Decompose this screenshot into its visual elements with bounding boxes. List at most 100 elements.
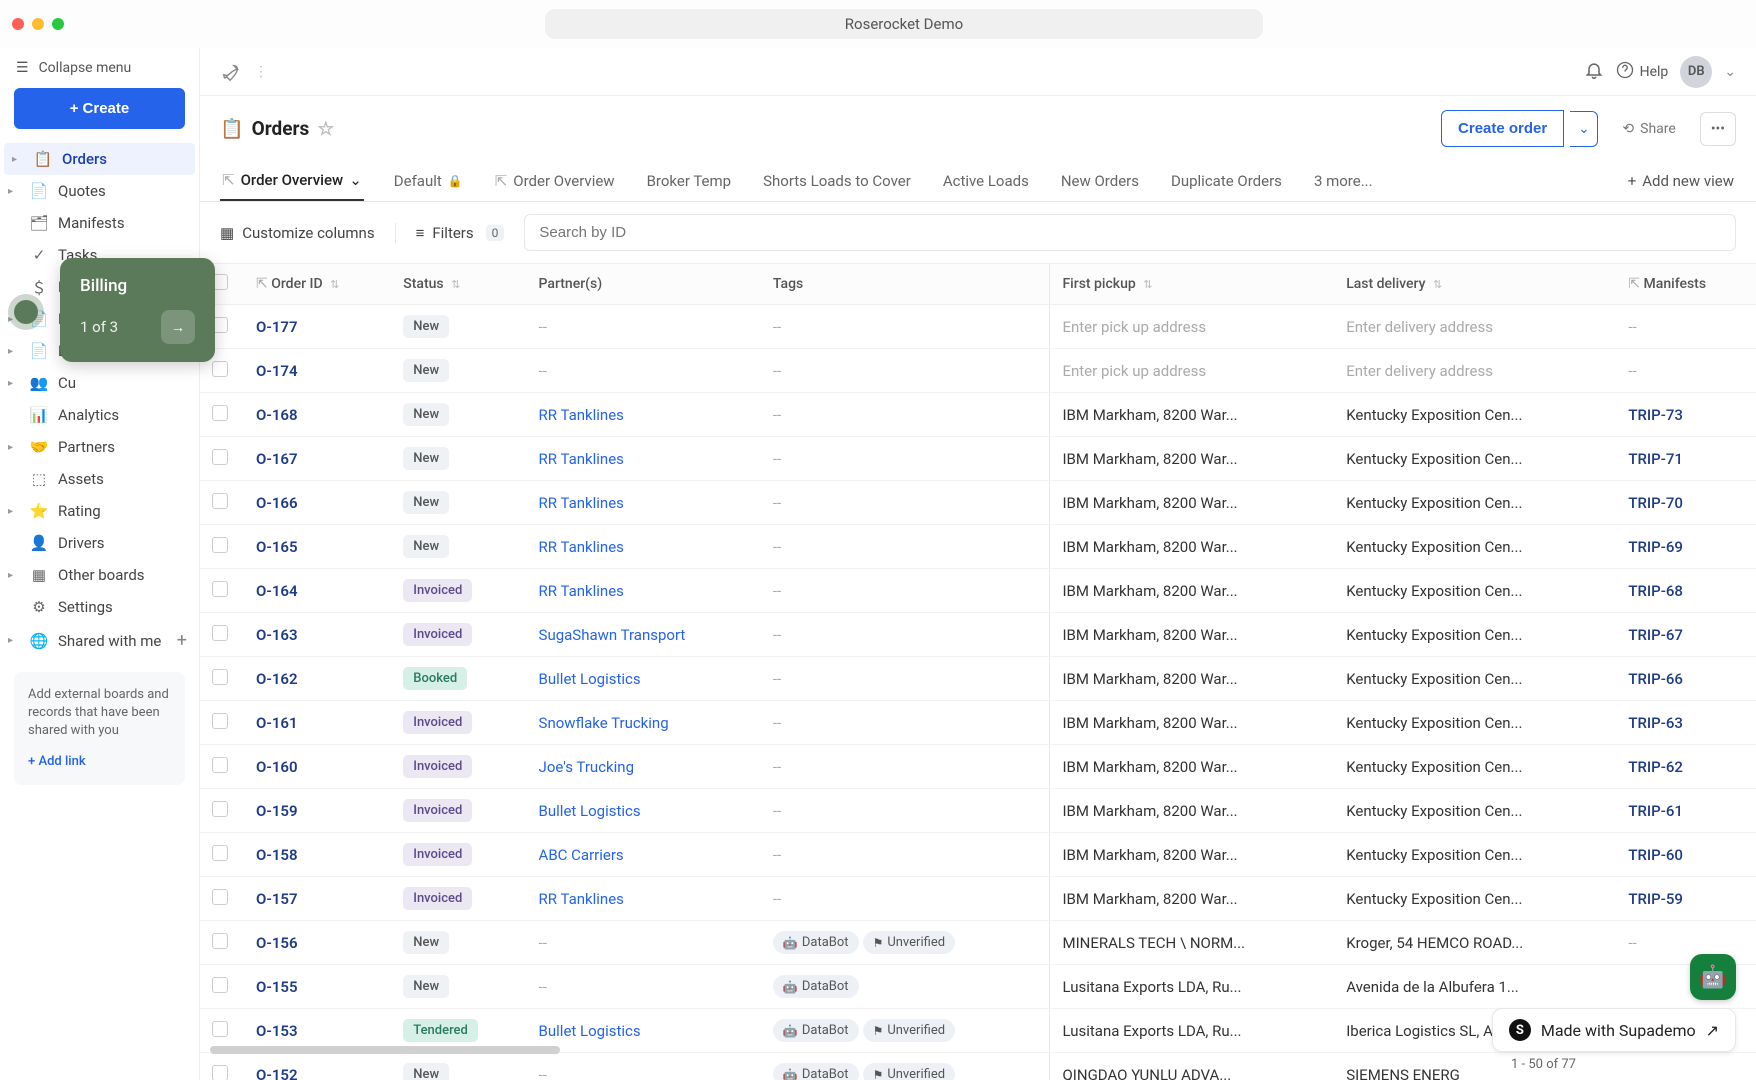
manifest-link[interactable]: TRIP-67: [1628, 626, 1683, 644]
create-order-button[interactable]: Create order: [1441, 110, 1564, 147]
tag-databot[interactable]: 🤖DataBot: [773, 1063, 859, 1080]
table-row[interactable]: O-167NewRR Tanklines--IBM Markham, 8200 …: [200, 437, 1756, 481]
sidebar-item-drivers[interactable]: 👤Drivers: [0, 527, 199, 559]
add-link-button[interactable]: + Add link: [28, 753, 171, 771]
help-button[interactable]: Help: [1616, 61, 1669, 83]
col-status[interactable]: Status ⇅: [391, 264, 526, 305]
order-id-link[interactable]: O-162: [256, 670, 298, 688]
row-checkbox[interactable]: [212, 405, 228, 421]
plus-icon[interactable]: +: [177, 630, 187, 651]
order-id-link[interactable]: O-174: [256, 362, 298, 380]
row-checkbox[interactable]: [212, 625, 228, 641]
sidebar-item-settings[interactable]: ⚙Settings: [0, 591, 199, 623]
order-id-link[interactable]: O-168: [256, 406, 298, 424]
manifest-link[interactable]: TRIP-60: [1628, 846, 1683, 864]
horizontal-scrollbar[interactable]: [210, 1046, 560, 1054]
table-row[interactable]: O-166NewRR Tanklines--IBM Markham, 8200 …: [200, 481, 1756, 525]
table-row[interactable]: O-159InvoicedBullet Logistics--IBM Markh…: [200, 789, 1756, 833]
col-partners[interactable]: Partner(s): [527, 264, 761, 305]
row-checkbox[interactable]: [212, 581, 228, 597]
row-checkbox[interactable]: [212, 669, 228, 685]
table-row[interactable]: O-158InvoicedABC Carriers--IBM Markham, …: [200, 833, 1756, 877]
order-id-link[interactable]: O-167: [256, 450, 298, 468]
sidebar-item-partners[interactable]: ▸🤝Partners: [0, 431, 199, 463]
add-view-button[interactable]: +Add new view: [1626, 162, 1736, 200]
row-checkbox[interactable]: [212, 801, 228, 817]
chevron-down-icon[interactable]: ⌄: [1724, 64, 1736, 80]
manifest-link[interactable]: TRIP-59: [1628, 890, 1683, 908]
star-icon[interactable]: ☆: [317, 117, 334, 140]
manifest-link[interactable]: TRIP-73: [1628, 406, 1683, 424]
table-row[interactable]: O-177New----Enter pick up addressEnter d…: [200, 305, 1756, 349]
manifest-link[interactable]: TRIP-71: [1628, 450, 1683, 468]
partner-link[interactable]: RR Tanklines: [539, 494, 624, 512]
manifest-link[interactable]: TRIP-66: [1628, 670, 1683, 688]
drag-handle-icon[interactable]: ⋮: [254, 64, 268, 80]
col-manifests[interactable]: ⇱ Manifests: [1616, 264, 1756, 305]
manifest-link[interactable]: TRIP-69: [1628, 538, 1683, 556]
tab-broker-temp[interactable]: Broker Temp: [645, 162, 734, 200]
tab-active-loads[interactable]: Active Loads: [941, 162, 1031, 200]
order-id-link[interactable]: O-161: [256, 714, 298, 732]
tag-unverified[interactable]: ⚑Unverified: [863, 1063, 955, 1080]
table-row[interactable]: O-156New--🤖DataBot⚑UnverifiedMINERALS TE…: [200, 921, 1756, 965]
tag-unverified[interactable]: ⚑Unverified: [863, 931, 955, 954]
close-window-icon[interactable]: [12, 18, 24, 30]
delivery-placeholder[interactable]: Enter delivery address: [1346, 318, 1493, 336]
sidebar-item-analytics[interactable]: 📊Analytics: [0, 399, 199, 431]
col-order-id[interactable]: ⇱ Order ID ⇅: [244, 264, 391, 305]
manifest-link[interactable]: TRIP-63: [1628, 714, 1683, 732]
sidebar-item-shared-with-me[interactable]: ▸🌐Shared with me+: [0, 623, 199, 658]
sidebar-item-cu[interactable]: ▸👥Cu: [0, 367, 199, 399]
search-input[interactable]: [524, 214, 1736, 251]
partner-link[interactable]: RR Tanklines: [539, 406, 624, 424]
tab-shorts-loads-to-cover[interactable]: Shorts Loads to Cover: [761, 162, 913, 200]
user-avatar[interactable]: DB: [1680, 56, 1712, 88]
maximize-window-icon[interactable]: [52, 18, 64, 30]
order-id-link[interactable]: O-177: [256, 318, 298, 336]
partner-link[interactable]: Bullet Logistics: [539, 802, 641, 820]
table-row[interactable]: O-168NewRR Tanklines--IBM Markham, 8200 …: [200, 393, 1756, 437]
delivery-placeholder[interactable]: Enter delivery address: [1346, 362, 1493, 380]
customize-columns-button[interactable]: ▦ Customize columns: [220, 224, 375, 242]
sidebar-item-other-boards[interactable]: ▸▦Other boards: [0, 559, 199, 591]
table-row[interactable]: O-174New----Enter pick up addressEnter d…: [200, 349, 1756, 393]
order-id-link[interactable]: O-155: [256, 978, 298, 996]
partner-link[interactable]: Bullet Logistics: [539, 1022, 641, 1040]
row-checkbox[interactable]: [212, 713, 228, 729]
tour-next-button[interactable]: →: [161, 310, 195, 344]
rocket-icon[interactable]: [220, 61, 242, 83]
partner-link[interactable]: RR Tanklines: [539, 450, 624, 468]
row-checkbox[interactable]: [212, 977, 228, 993]
orders-table-wrap[interactable]: ⇱ Order ID ⇅ Status ⇅ Partner(s) Tags Fi…: [200, 264, 1756, 1080]
row-checkbox[interactable]: [212, 493, 228, 509]
table-row[interactable]: O-162BookedBullet Logistics--IBM Markham…: [200, 657, 1756, 701]
col-first-pickup[interactable]: First pickup ⇅: [1050, 264, 1334, 305]
tab-duplicate-orders[interactable]: Duplicate Orders: [1169, 162, 1284, 200]
sidebar-item-rating[interactable]: ▸⭐Rating: [0, 495, 199, 527]
tag-databot[interactable]: 🤖DataBot: [773, 1019, 859, 1042]
order-id-link[interactable]: O-157: [256, 890, 298, 908]
table-row[interactable]: O-161InvoicedSnowflake Trucking--IBM Mar…: [200, 701, 1756, 745]
tab-new-orders[interactable]: New Orders: [1059, 162, 1141, 200]
order-id-link[interactable]: O-153: [256, 1022, 298, 1040]
order-id-link[interactable]: O-152: [256, 1066, 298, 1080]
notifications-icon[interactable]: [1584, 60, 1604, 84]
row-checkbox[interactable]: [212, 537, 228, 553]
table-row[interactable]: O-165NewRR Tanklines--IBM Markham, 8200 …: [200, 525, 1756, 569]
row-checkbox[interactable]: [212, 361, 228, 377]
share-button[interactable]: ⟲ Share: [1610, 113, 1687, 145]
tag-unverified[interactable]: ⚑Unverified: [863, 1019, 955, 1042]
tab-order-overview[interactable]: ⇱Order Overview⌄: [220, 161, 364, 201]
col-tags[interactable]: Tags: [761, 264, 1050, 305]
supademo-badge[interactable]: S Made with Supademo ↗: [1492, 1008, 1736, 1052]
row-checkbox[interactable]: [212, 1065, 228, 1080]
tag-databot[interactable]: 🤖DataBot: [773, 975, 859, 998]
partner-link[interactable]: Joe's Trucking: [539, 758, 634, 776]
tab-order-overview[interactable]: ⇱Order Overview: [493, 162, 617, 200]
tabs-more-button[interactable]: 3 more...: [1312, 162, 1375, 200]
tab-default[interactable]: Default🔒: [392, 162, 465, 200]
tag-databot[interactable]: 🤖DataBot: [773, 931, 859, 954]
partner-link[interactable]: Bullet Logistics: [539, 670, 641, 688]
order-id-link[interactable]: O-165: [256, 538, 298, 556]
